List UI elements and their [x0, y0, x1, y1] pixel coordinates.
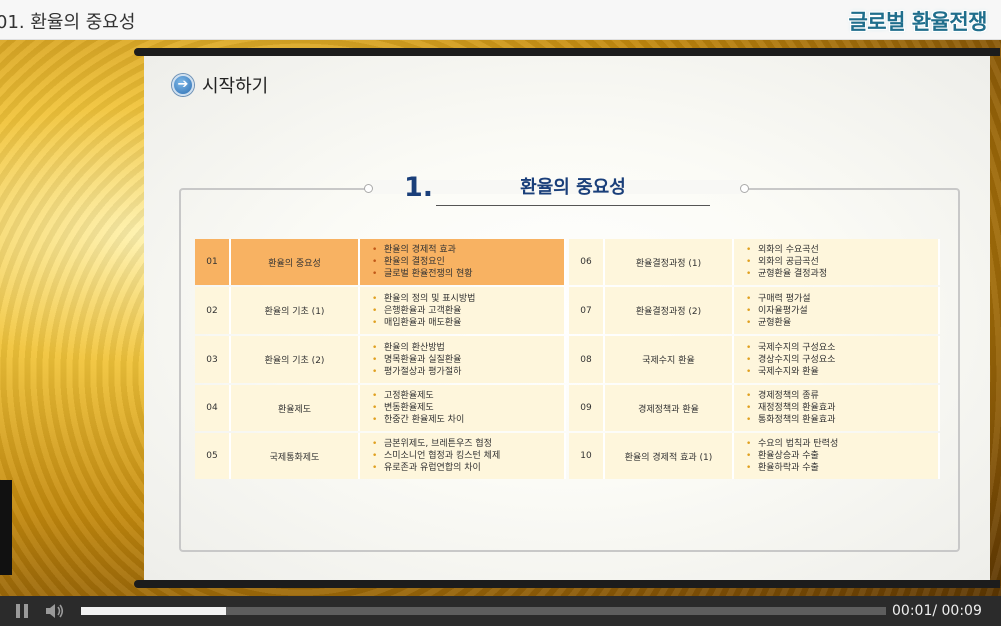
toc-topic-item: 균형환율 — [746, 317, 938, 329]
toc-row-number: 05 — [195, 433, 231, 479]
panel-top-rule — [134, 48, 1000, 56]
toc-row-title: 환율의 기초 (2) — [231, 336, 360, 383]
toc-row-title: 국제수지 환율 — [605, 336, 734, 383]
toc-row[interactable]: 01환율의 중요성환율의 경제적 효과환율의 결정요인글로벌 환율전쟁의 현황 — [195, 239, 566, 285]
toc-topic-item: 금본위제도, 브레튼우즈 협정 — [372, 438, 564, 450]
toc-topic-item: 국제수지의 구성요소 — [746, 342, 938, 354]
toc-row-topics: 환율의 환산방법명목환율과 실질환율평가절상과 평가절하 — [360, 336, 566, 383]
toc-topic-item: 고정환율제도 — [372, 390, 564, 402]
volume-icon[interactable] — [45, 603, 65, 619]
toc-row[interactable]: 06환율결정과정 (1)외화의 수요곡선외화의 공급곡선균형환율 결정과정 — [569, 239, 940, 285]
toc-row-title: 환율의 기초 (1) — [231, 287, 360, 334]
toc-row[interactable]: 08국제수지 환율국제수지의 구성요소경상수지의 구성요소국제수지와 환율 — [569, 336, 940, 383]
toc-topic-item: 매입환율과 매도환율 — [372, 317, 564, 329]
start-button[interactable]: ➔ 시작하기 — [172, 72, 268, 98]
toc-topic-item: 통화정책의 환율효과 — [746, 414, 938, 426]
start-label: 시작하기 — [202, 76, 269, 97]
frame-dot-right — [740, 184, 749, 193]
toc-topic-item: 스미소니언 협정과 킹스턴 체제 — [372, 450, 564, 462]
progress-bar[interactable] — [81, 607, 886, 615]
brand-logo: 글로벌 환율전쟁 — [848, 10, 987, 34]
progress-fill — [81, 607, 226, 615]
toc-row[interactable]: 04환율제도고정환율제도변동환율제도한중간 환율제도 차이 — [195, 385, 566, 431]
toc-topic-item: 경제정책의 종류 — [746, 390, 938, 402]
lesson-title: 01. 환율의 중요성 — [0, 12, 136, 33]
toc-row-topics: 환율의 정의 및 표시방법은행환율과 고객환율매입환율과 매도환율 — [360, 287, 566, 334]
toc-table-left: 01환율의 중요성환율의 경제적 효과환율의 결정요인글로벌 환율전쟁의 현황0… — [195, 237, 566, 481]
frame-dot-left — [364, 184, 373, 193]
toc-row-topics: 경제정책의 종류재정정책의 환율효과통화정책의 환율효과 — [734, 385, 940, 431]
toc-row[interactable]: 07환율결정과정 (2)구매력 평가설이자율평가설균형환율 — [569, 287, 940, 334]
toc-topic-item: 구매력 평가설 — [746, 293, 938, 305]
toc-row-number: 03 — [195, 336, 231, 383]
toc-row-topics: 고정환율제도변동환율제도한중간 환율제도 차이 — [360, 385, 566, 431]
toc-row-number: 07 — [569, 287, 605, 334]
toc-topic-item: 유로존과 유럽연합의 차이 — [372, 462, 564, 474]
toc-topic-item: 환율의 경제적 효과 — [372, 244, 564, 256]
toc-topic-item: 변동환율제도 — [372, 402, 564, 414]
toc-topic-item: 한중간 환율제도 차이 — [372, 414, 564, 426]
time-display: 00:01/ 00:09 — [892, 603, 982, 619]
section-title: 환율의 중요성 — [436, 176, 710, 206]
toc-row-topics: 구매력 평가설이자율평가설균형환율 — [734, 287, 940, 334]
pause-icon[interactable] — [16, 604, 29, 618]
toc-row-title: 환율결정과정 (1) — [605, 239, 734, 285]
toc-topic-item: 수요의 법칙과 탄력성 — [746, 438, 938, 450]
toc-row-number: 04 — [195, 385, 231, 431]
toc-row-title: 환율의 중요성 — [231, 239, 360, 285]
toc-row-topics: 외화의 수요곡선외화의 공급곡선균형환율 결정과정 — [734, 239, 940, 285]
toc-row-topics: 수요의 법칙과 탄력성환율상승과 수출환율하락과 수출 — [734, 433, 940, 479]
toc-topic-item: 국제수지와 환율 — [746, 366, 938, 378]
toc-row[interactable]: 10환율의 경제적 효과 (1)수요의 법칙과 탄력성환율상승과 수출환율하락과… — [569, 433, 940, 479]
toc-topic-item: 환율의 환산방법 — [372, 342, 564, 354]
toc-row-title: 환율결정과정 (2) — [605, 287, 734, 334]
toc-row-title: 국제통화제도 — [231, 433, 360, 479]
toc-row-topics: 국제수지의 구성요소경상수지의 구성요소국제수지와 환율 — [734, 336, 940, 383]
toc-row-number: 02 — [195, 287, 231, 334]
toc-topic-item: 외화의 공급곡선 — [746, 256, 938, 268]
toc-topic-item: 명목환율과 실질환율 — [372, 354, 564, 366]
toc-row-title: 경제정책과 환율 — [605, 385, 734, 431]
arrow-right-circle-icon: ➔ — [172, 74, 194, 96]
panel-bottom-rule — [134, 580, 1000, 588]
toc-row-title: 환율의 경제적 효과 (1) — [605, 433, 734, 479]
toc-row[interactable]: 05국제통화제도금본위제도, 브레튼우즈 협정스미소니언 협정과 킹스턴 체제유… — [195, 433, 566, 479]
toc-row-topics: 금본위제도, 브레튼우즈 협정스미소니언 협정과 킹스턴 체제유로존과 유럽연합… — [360, 433, 566, 479]
player-controls: 00:01/ 00:09 — [0, 596, 1001, 626]
toc-row-number: 08 — [569, 336, 605, 383]
toc-topic-item: 환율하락과 수출 — [746, 462, 938, 474]
toc-topic-item: 환율상승과 수출 — [746, 450, 938, 462]
toc-topic-item: 은행환율과 고객환율 — [372, 305, 564, 317]
toc-topic-item: 환율의 정의 및 표시방법 — [372, 293, 564, 305]
toc-row-topics: 환율의 경제적 효과환율의 결정요인글로벌 환율전쟁의 현황 — [360, 239, 566, 285]
toc-topic-item: 이자율평가설 — [746, 305, 938, 317]
toc-row-number: 10 — [569, 433, 605, 479]
left-edge-bar — [0, 480, 12, 575]
toc-row[interactable]: 09경제정책과 환율경제정책의 종류재정정책의 환율효과통화정책의 환율효과 — [569, 385, 940, 431]
toc-row-number: 01 — [195, 239, 231, 285]
toc-row[interactable]: 03환율의 기초 (2)환율의 환산방법명목환율과 실질환율평가절상과 평가절하 — [195, 336, 566, 383]
toc-row[interactable]: 02환율의 기초 (1)환율의 정의 및 표시방법은행환율과 고객환율매입환율과… — [195, 287, 566, 334]
toc-topic-item: 평가절상과 평가절하 — [372, 366, 564, 378]
toc-table-right: 06환율결정과정 (1)외화의 수요곡선외화의 공급곡선균형환율 결정과정07환… — [569, 237, 940, 481]
toc-row-title: 환율제도 — [231, 385, 360, 431]
toc-topic-item: 균형환율 결정과정 — [746, 268, 938, 280]
section-number: 1. — [404, 172, 434, 203]
toc-row-number: 06 — [569, 239, 605, 285]
toc-topic-item: 경상수지의 구성요소 — [746, 354, 938, 366]
title-bar: 01. 환율의 중요성 글로벌 환율전쟁 — [0, 0, 1001, 40]
toc-topic-item: 환율의 결정요인 — [372, 256, 564, 268]
toc-row-number: 09 — [569, 385, 605, 431]
toc-topic-item: 재정정책의 환율효과 — [746, 402, 938, 414]
toc-topic-item: 글로벌 환율전쟁의 현황 — [372, 268, 564, 280]
toc-topic-item: 외화의 수요곡선 — [746, 244, 938, 256]
